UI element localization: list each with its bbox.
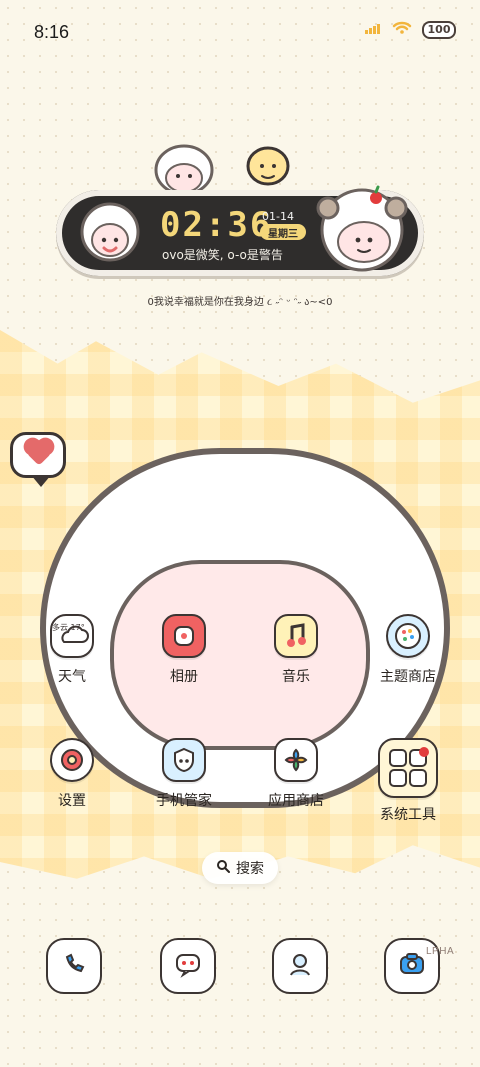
clock-time: 02:36 (160, 205, 273, 245)
music-icon (274, 614, 318, 658)
battery-indicator: 100 (422, 20, 456, 39)
messages-icon (171, 947, 205, 985)
weather-badge: 多云 17° (52, 623, 85, 632)
lpha-label: LPHA (426, 946, 455, 957)
dock-contacts[interactable] (272, 938, 328, 994)
app-settings[interactable]: 设置 (22, 738, 122, 810)
search-pill[interactable]: 搜索 (202, 852, 278, 884)
contacts-icon (283, 947, 317, 985)
status-time: 8:16 (34, 22, 70, 42)
search-icon (216, 859, 230, 877)
phone-icon (57, 947, 91, 985)
app-label: 手机管家 (156, 793, 212, 809)
app-label: 音乐 (282, 669, 310, 685)
app-label: 主题商店 (380, 669, 436, 685)
battery-level: 100 (427, 23, 451, 36)
camera-icon (395, 947, 429, 985)
tagline: 0我说幸福就是你在我身边 ૮ ˶ᵔ ᵕ ᵔ˶ ა~<0 (147, 297, 333, 308)
status-bar: 8:16 100 (0, 0, 480, 70)
dock-phone[interactable] (46, 938, 102, 994)
app-phone-manager[interactable]: 手机管家 (134, 738, 234, 810)
phone-manager-icon (162, 738, 206, 782)
app-weather[interactable]: 天气 多云 17° (22, 614, 122, 686)
signal-icon (364, 20, 382, 39)
app-label: 天气 (58, 669, 86, 685)
app-label: 应用商店 (268, 793, 324, 809)
app-store-icon (274, 738, 318, 782)
app-label: 设置 (58, 793, 86, 809)
sheep-right-illustration (316, 185, 408, 272)
wifi-icon (392, 20, 412, 39)
dock (0, 938, 480, 1002)
dock-messages[interactable] (160, 938, 216, 994)
clock-weekday-text: 星期三 (268, 228, 298, 240)
theme-store-icon (386, 614, 430, 658)
app-theme-store[interactable]: 主题商店 (358, 614, 458, 686)
clock-date: 01-14 (262, 210, 294, 223)
app-app-store[interactable]: 应用商店 (246, 738, 346, 810)
gallery-icon (162, 614, 206, 658)
weather-icon (50, 614, 94, 658)
widget-right-sheep (306, 178, 416, 278)
clock-motto: ovo是微笑, o-o是警告 (162, 248, 283, 262)
system-tools-icon (378, 738, 438, 798)
status-icons: 100 (364, 20, 456, 39)
app-music[interactable]: 音乐 (246, 614, 346, 686)
sheep-left-illustration (80, 202, 140, 262)
clock-widget[interactable]: 02:36 01-14 星期三 ovo是微笑, o-o是警告 (56, 185, 424, 276)
widget-left-sheep (74, 198, 148, 268)
search-label: 搜索 (236, 861, 264, 877)
app-label: 系统工具 (380, 807, 436, 823)
settings-icon (50, 738, 94, 782)
clock-weekday: 星期三 (260, 224, 306, 240)
app-gallery[interactable]: 相册 (134, 614, 234, 686)
app-system-tools[interactable]: 系统工具 (358, 738, 458, 824)
app-label: 相册 (170, 669, 198, 685)
